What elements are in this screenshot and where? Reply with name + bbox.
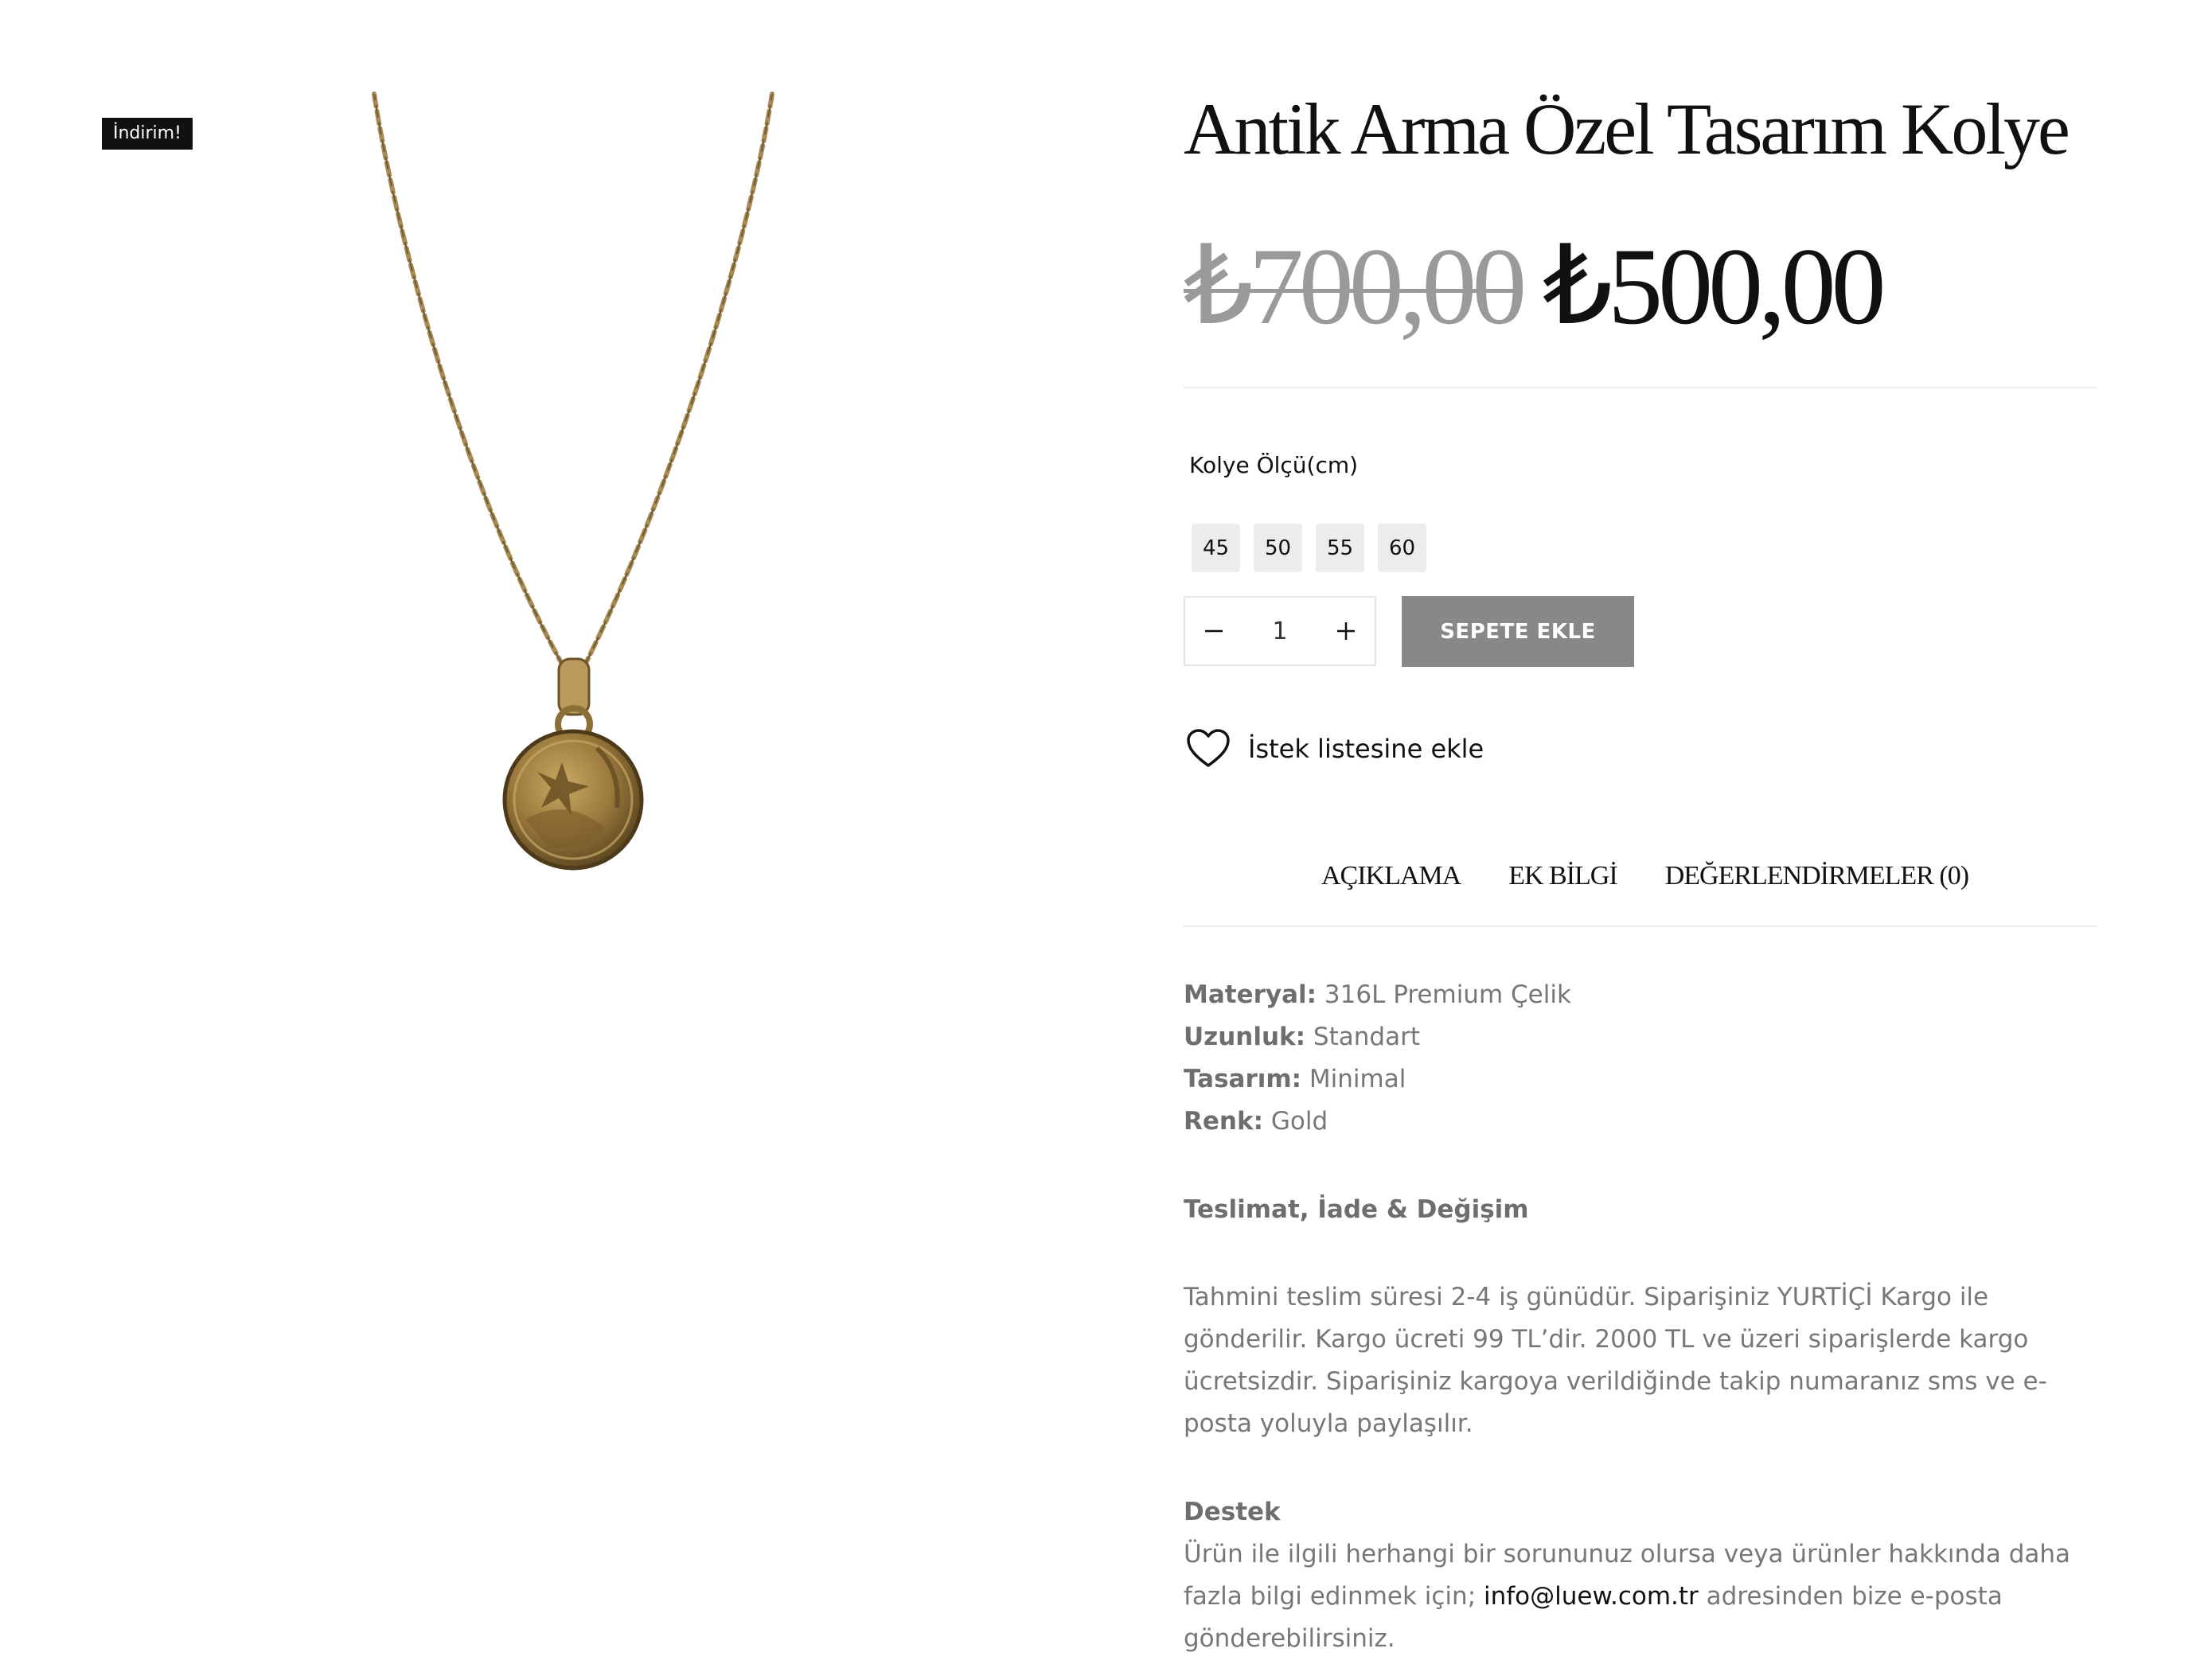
- variation-label: Kolye Ölçü(cm): [1189, 452, 1359, 478]
- quantity-stepper: 1: [1184, 596, 1376, 666]
- support-heading: Destek: [1184, 1498, 1281, 1526]
- description-panel: Materyal: 316L Premium Çelik Uzunluk: St…: [1184, 974, 2107, 1660]
- spec-material: Materyal: 316L Premium Çelik: [1184, 974, 2107, 1016]
- quantity-increase-button[interactable]: [1317, 598, 1375, 664]
- quantity-input[interactable]: 1: [1272, 618, 1287, 645]
- spec-length: Uzunluk: Standart: [1184, 1016, 2107, 1058]
- divider: [1184, 925, 2097, 927]
- spec-key: Materyal:: [1184, 980, 1317, 1009]
- wishlist-label: İstek listesine ekle: [1248, 734, 1484, 764]
- size-option-60[interactable]: 60: [1378, 524, 1426, 572]
- size-option-50[interactable]: 50: [1254, 524, 1302, 572]
- quantity-decrease-button[interactable]: [1185, 598, 1243, 664]
- price-row: ₺700,00 ₺500,00: [1184, 225, 1886, 347]
- gold-coin-necklace-icon: [372, 92, 774, 871]
- size-option-55[interactable]: 55: [1316, 524, 1364, 572]
- product-image[interactable]: [350, 88, 796, 902]
- add-to-wishlist-link[interactable]: İstek listesine ekle: [1186, 728, 1484, 770]
- spec-design: Tasarım: Minimal: [1184, 1058, 2107, 1101]
- minus-icon: [1205, 629, 1223, 633]
- sale-badge: İndirim!: [102, 118, 193, 150]
- spec-value: Gold: [1270, 1107, 1328, 1136]
- spec-key: Uzunluk:: [1184, 1023, 1306, 1051]
- divider: [1184, 387, 2097, 388]
- spec-value: Standart: [1313, 1023, 1420, 1051]
- tab-description[interactable]: AÇIKLAMA: [1321, 861, 1461, 891]
- spec-value: Minimal: [1309, 1065, 1406, 1093]
- old-price: ₺700,00: [1184, 225, 1527, 347]
- sale-price: ₺500,00: [1543, 225, 1886, 347]
- product-title: Antik Arma Özel Tasarım Kolye: [1184, 88, 2070, 170]
- size-option-45[interactable]: 45: [1192, 524, 1240, 572]
- tab-reviews[interactable]: DEĞERLENDİRMELER (0): [1665, 861, 1969, 891]
- delivery-heading: Teslimat, İade & Değişim: [1184, 1195, 1529, 1224]
- tab-additional-info[interactable]: EK BİLGİ: [1508, 861, 1617, 891]
- spec-color: Renk: Gold: [1184, 1101, 2107, 1143]
- spec-key: Tasarım:: [1184, 1065, 1302, 1093]
- spec-key: Renk:: [1184, 1107, 1263, 1136]
- size-swatches: 45 50 55 60: [1192, 524, 1426, 572]
- heart-icon: [1187, 729, 1230, 767]
- support-text: Ürün ile ilgili herhangi bir sorununuz o…: [1184, 1533, 2107, 1660]
- spec-value: 316L Premium Çelik: [1324, 980, 1571, 1009]
- product-tabs: AÇIKLAMA EK BİLGİ DEĞERLENDİRMELER (0): [1321, 861, 1969, 891]
- delivery-text: Tahmini teslim süresi 2-4 iş günüdür. Si…: [1184, 1283, 2047, 1438]
- plus-icon: [1337, 622, 1355, 640]
- add-to-cart-button[interactable]: SEPETE EKLE: [1402, 596, 1634, 667]
- support-email-link[interactable]: info@luew.com.tr: [1484, 1582, 1699, 1611]
